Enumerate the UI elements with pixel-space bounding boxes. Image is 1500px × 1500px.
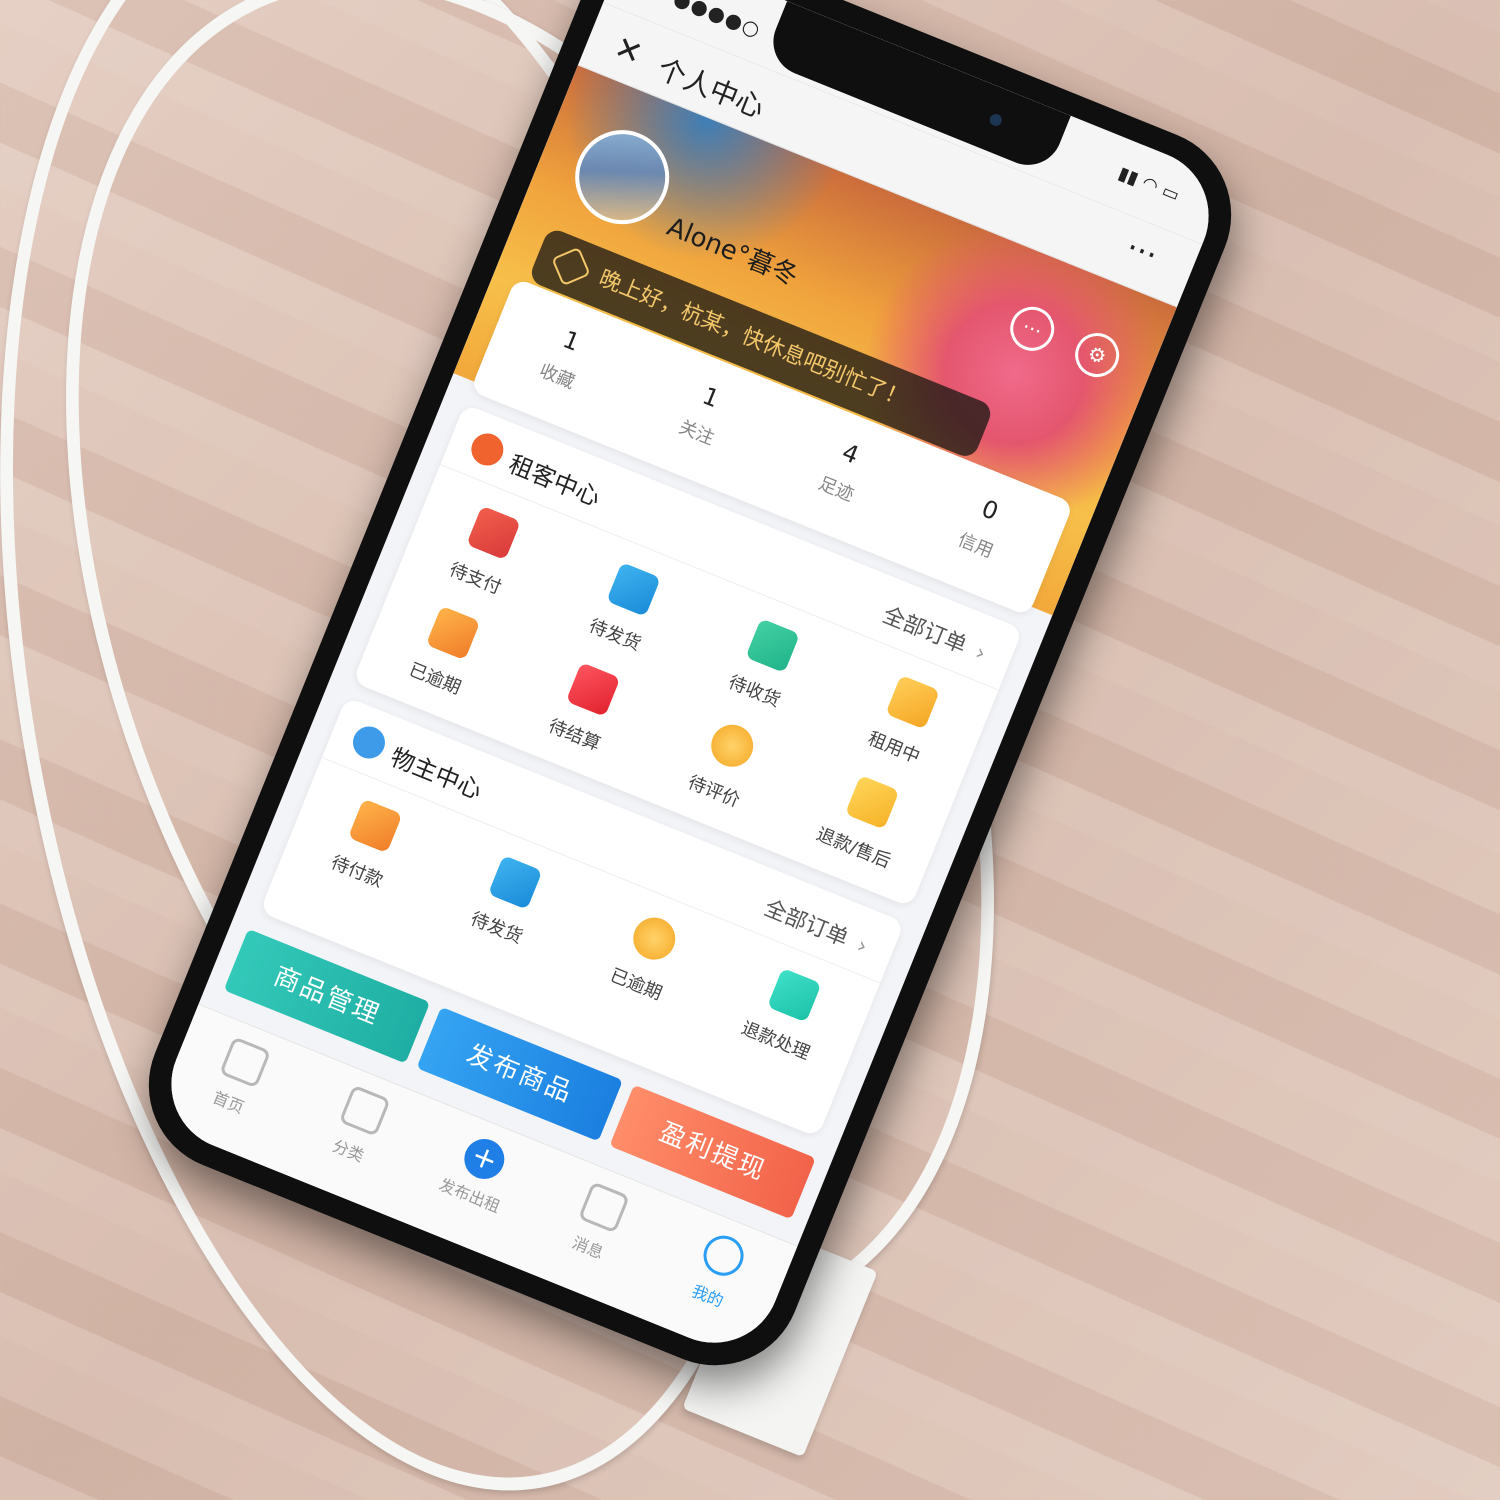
wallet-icon [348,798,403,854]
box-icon [606,562,661,617]
tab-label: 我的 [689,1281,727,1311]
grid-search-icon [338,1084,391,1137]
hourglass-icon [885,674,940,730]
refund-icon [844,774,900,830]
chevron-right-icon: › [853,933,871,960]
truck-icon [745,618,801,674]
cell-label: 待结算 [545,715,604,756]
more-icon[interactable]: ··· [1121,228,1164,275]
red-envelope-icon [565,662,621,717]
grid-icon [348,721,390,764]
battery-wifi-icon: ▮▮ ◠ ▭ [1115,162,1183,207]
cell-label: 待付款 [327,852,386,892]
cell-label: 退款/售后 [813,823,894,873]
cell-label: 退款处理 [738,1017,813,1065]
vip-diamond-icon [551,246,591,287]
plus-icon: + [458,1132,511,1186]
chat-bubble-icon [705,718,760,774]
camera-icon [988,112,1004,128]
card-icon [466,505,522,561]
tag-icon [426,605,481,661]
cell-label: 已逾期 [405,659,464,699]
coin-icon [627,911,682,967]
lock-icon [766,967,822,1023]
close-icon[interactable]: ✕ [609,28,648,73]
scooter-icon [466,428,509,471]
clock-icon [487,855,543,910]
profile-icon [697,1229,750,1282]
cell-label: 已逾期 [606,964,665,1005]
gamepad-icon [218,1036,271,1089]
cell-label: 待发货 [467,908,526,949]
chevron-right-icon: › [971,640,990,667]
message-icon [578,1181,631,1234]
cell-label: 待评价 [684,771,743,812]
